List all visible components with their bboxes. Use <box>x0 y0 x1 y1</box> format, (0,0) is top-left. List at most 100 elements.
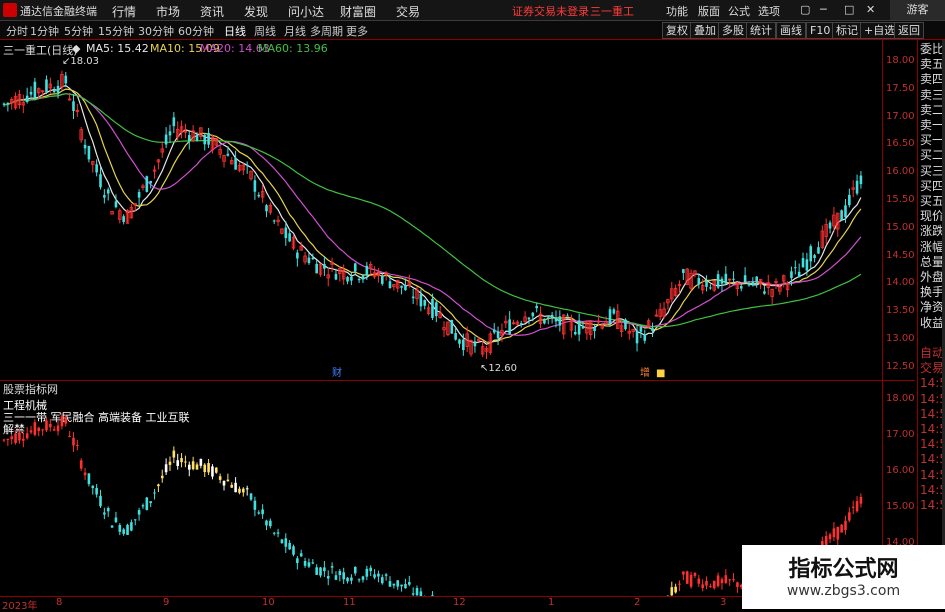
indicator-bar <box>848 512 851 520</box>
candle-body <box>273 220 276 221</box>
menu-ask[interactable]: 问小达 <box>288 3 324 20</box>
app-title: 通达信金融终端 <box>20 3 97 19</box>
menu-quotes[interactable]: 行情 <box>112 3 136 20</box>
candle-body <box>732 279 735 280</box>
candle-body <box>99 174 102 187</box>
period-toolbar: 分时 1分钟 5分钟 15分钟 30分钟 60分钟 日线 周线 月线 多周期 更… <box>0 21 945 40</box>
candlestick-chart[interactable]: ↙18.03↖12.60财增■ <box>0 40 882 378</box>
indicator-bar <box>246 488 249 489</box>
period-more[interactable]: 更多 <box>346 23 368 39</box>
candle-body <box>574 332 577 334</box>
indicator-bar <box>678 584 681 585</box>
period-60min[interactable]: 60分钟 <box>178 23 214 39</box>
watermark-title: 指标公式网 <box>742 551 945 583</box>
side-panel: 委比卖五卖四卖三卖二卖一买一买二买三买四买五现价涨跌涨幅总量外盘换手净资收益自动… <box>917 40 945 596</box>
menu-news[interactable]: 资讯 <box>200 3 224 20</box>
indicator-bar <box>319 567 322 575</box>
period-15min[interactable]: 15分钟 <box>98 23 134 39</box>
multi-stock-button[interactable]: 多股 <box>718 22 748 39</box>
adjust-button[interactable]: 复权 <box>662 22 692 39</box>
indicator-bar <box>3 439 6 440</box>
indicator-bar <box>95 488 98 494</box>
candle-body <box>335 274 338 280</box>
candle-body <box>354 263 357 271</box>
candle-body <box>752 282 755 286</box>
candle-body <box>412 297 415 299</box>
candle-body <box>582 327 585 328</box>
menu-function[interactable]: 功能 <box>666 3 688 19</box>
indicator-bar <box>99 496 102 506</box>
candle-body <box>149 181 152 183</box>
period-timeshare[interactable]: 分时 <box>6 23 28 39</box>
indicator-bar <box>149 501 152 503</box>
y-axis-line <box>882 40 883 596</box>
period-1min[interactable]: 1分钟 <box>30 23 59 39</box>
candle-body <box>423 300 426 306</box>
back-button[interactable]: 返回 <box>894 22 924 39</box>
indicator-bar <box>273 533 276 534</box>
indicator-bar <box>404 584 407 588</box>
candle-body <box>315 264 318 274</box>
indicator-bar <box>713 581 716 588</box>
y-tick-label: 16.50 <box>886 138 915 149</box>
indicator-bar <box>694 573 697 576</box>
period-monthly[interactable]: 月线 <box>284 23 306 39</box>
indicator-bar <box>265 521 268 526</box>
period-30min[interactable]: 30分钟 <box>138 23 174 39</box>
candle-body <box>203 135 206 144</box>
candle-body <box>566 316 569 317</box>
menu-trade[interactable]: 交易 <box>396 3 420 20</box>
increase-marker[interactable]: 增 <box>640 366 650 378</box>
menu-discover[interactable]: 发现 <box>244 3 268 20</box>
indicator-bar <box>196 464 199 469</box>
f10-button[interactable]: F10 <box>806 22 834 39</box>
candle-body <box>254 180 257 192</box>
finance-marker[interactable]: 财 <box>332 366 342 378</box>
menu-options[interactable]: 选项 <box>758 3 780 19</box>
menu-market[interactable]: 市场 <box>156 3 180 20</box>
candle-body <box>115 201 118 207</box>
candle-body <box>34 82 37 98</box>
menu-layout[interactable]: 版面 <box>698 3 720 19</box>
event-marker[interactable]: ■ <box>656 368 665 378</box>
indicator-bar <box>686 571 689 583</box>
indicator-bar <box>296 558 299 563</box>
indicator-bar <box>72 438 75 446</box>
draw-button[interactable]: 画线 <box>776 22 806 39</box>
menu-formula[interactable]: 公式 <box>728 3 750 19</box>
indicator-bar <box>416 588 419 595</box>
candle-body <box>543 319 546 324</box>
candle-body <box>555 318 558 321</box>
indicator-bar <box>339 571 342 575</box>
candle-body <box>350 277 353 281</box>
indicator-bar <box>234 483 237 492</box>
indicator-bar <box>389 581 392 586</box>
indicator-bar <box>331 566 334 568</box>
period-5min[interactable]: 5分钟 <box>64 23 93 39</box>
mark-button[interactable]: 标记 <box>832 22 862 39</box>
period-multi[interactable]: 多周期 <box>310 23 343 39</box>
indicator-bar <box>76 445 79 446</box>
login-notice[interactable]: 证券交易未登录 <box>512 3 589 19</box>
indicator-bar <box>111 526 114 528</box>
indicator-bar <box>242 489 245 493</box>
period-daily[interactable]: 日线 <box>224 23 246 39</box>
indicator-bar <box>342 572 345 579</box>
candle-body <box>798 272 801 277</box>
stats-button[interactable]: 统计 <box>746 22 776 39</box>
indicator-bar <box>408 582 411 585</box>
period-weekly[interactable]: 周线 <box>254 23 276 39</box>
window-minimize-icon[interactable]: ▢ <box>800 3 810 16</box>
window-close-icon[interactable]: ✕ <box>866 3 875 16</box>
indicator-bar <box>26 433 29 438</box>
overlay-button[interactable]: 叠加 <box>690 22 720 39</box>
window-restore-icon[interactable]: □ <box>844 3 854 16</box>
watermark-logo: 指标公式网 www.zbgs3.com <box>742 545 945 609</box>
candle-body <box>431 299 434 318</box>
indicator-bar <box>130 522 133 530</box>
candle-body <box>257 195 260 196</box>
menu-wealth[interactable]: 财富圈 <box>340 3 376 20</box>
indicator-bar <box>53 429 56 430</box>
guest-button[interactable]: 游客 <box>890 0 945 20</box>
window-maximize-icon[interactable]: ─ <box>820 3 827 16</box>
